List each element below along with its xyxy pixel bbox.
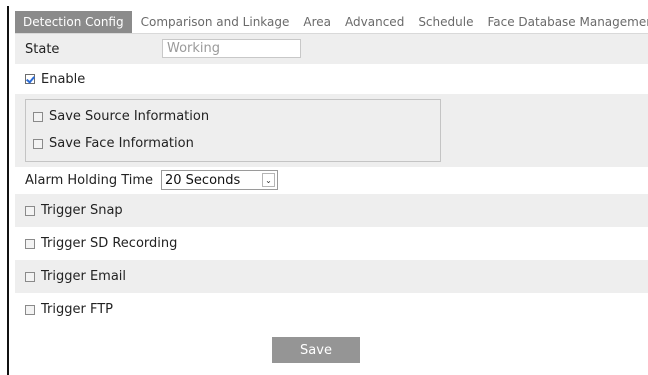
save-options-group: Save Source Information Save Face Inform…	[25, 99, 441, 162]
save-face-info-checkbox[interactable]	[33, 138, 43, 149]
trigger-ftp-row: Trigger FTP	[15, 293, 648, 326]
save-source-info-label: Save Source Information	[49, 109, 210, 124]
enable-row: Enable	[15, 64, 648, 94]
trigger-sd-recording-label: Trigger SD Recording	[41, 236, 178, 251]
save-options-row: Save Source Information Save Face Inform…	[15, 94, 648, 167]
trigger-email-row: Trigger Email	[15, 260, 648, 293]
save-source-info-option: Save Source Information	[33, 109, 209, 124]
tab-area[interactable]: Area	[296, 11, 338, 33]
save-face-info-option: Save Face Information	[33, 136, 194, 151]
alarm-holding-row: Alarm Holding Time 20 Seconds ⌄	[15, 167, 648, 194]
detection-config-page: Detection Config Comparison and Linkage …	[15, 10, 648, 326]
tab-schedule[interactable]: Schedule	[411, 11, 480, 33]
trigger-ftp-checkbox[interactable]	[25, 304, 35, 315]
trigger-sd-recording-checkbox[interactable]	[25, 238, 35, 249]
trigger-sd-recording-row: Trigger SD Recording	[15, 227, 648, 260]
trigger-email-label: Trigger Email	[41, 269, 127, 284]
enable-label: Enable	[41, 71, 86, 87]
alarm-holding-select[interactable]: 20 Seconds ⌄	[161, 170, 278, 190]
state-row: State Working	[15, 34, 648, 64]
alarm-holding-label: Alarm Holding Time	[25, 173, 154, 188]
tab-bar: Detection Config Comparison and Linkage …	[15, 10, 648, 34]
save-source-info-checkbox[interactable]	[33, 111, 43, 122]
state-field: Working	[162, 39, 301, 58]
trigger-email-checkbox[interactable]	[25, 271, 35, 282]
alarm-holding-value: 20 Seconds	[165, 172, 241, 188]
trigger-snap-row: Trigger Snap	[15, 194, 648, 227]
tab-advanced[interactable]: Advanced	[338, 11, 411, 33]
enable-checkbox[interactable]	[25, 74, 35, 84]
trigger-ftp-label: Trigger FTP	[41, 302, 113, 317]
save-face-info-label: Save Face Information	[49, 136, 194, 151]
tab-comparison-and-linkage[interactable]: Comparison and Linkage	[134, 11, 297, 33]
chevron-down-icon[interactable]: ⌄	[262, 173, 275, 187]
tab-detection-config[interactable]: Detection Config	[15, 11, 132, 33]
tab-face-database-management[interactable]: Face Database Management	[480, 11, 648, 33]
state-label: State	[25, 41, 60, 57]
left-frame-border	[7, 6, 9, 375]
save-button[interactable]: Save	[272, 337, 360, 363]
trigger-snap-label: Trigger Snap	[41, 203, 123, 218]
trigger-snap-checkbox[interactable]	[25, 205, 35, 216]
